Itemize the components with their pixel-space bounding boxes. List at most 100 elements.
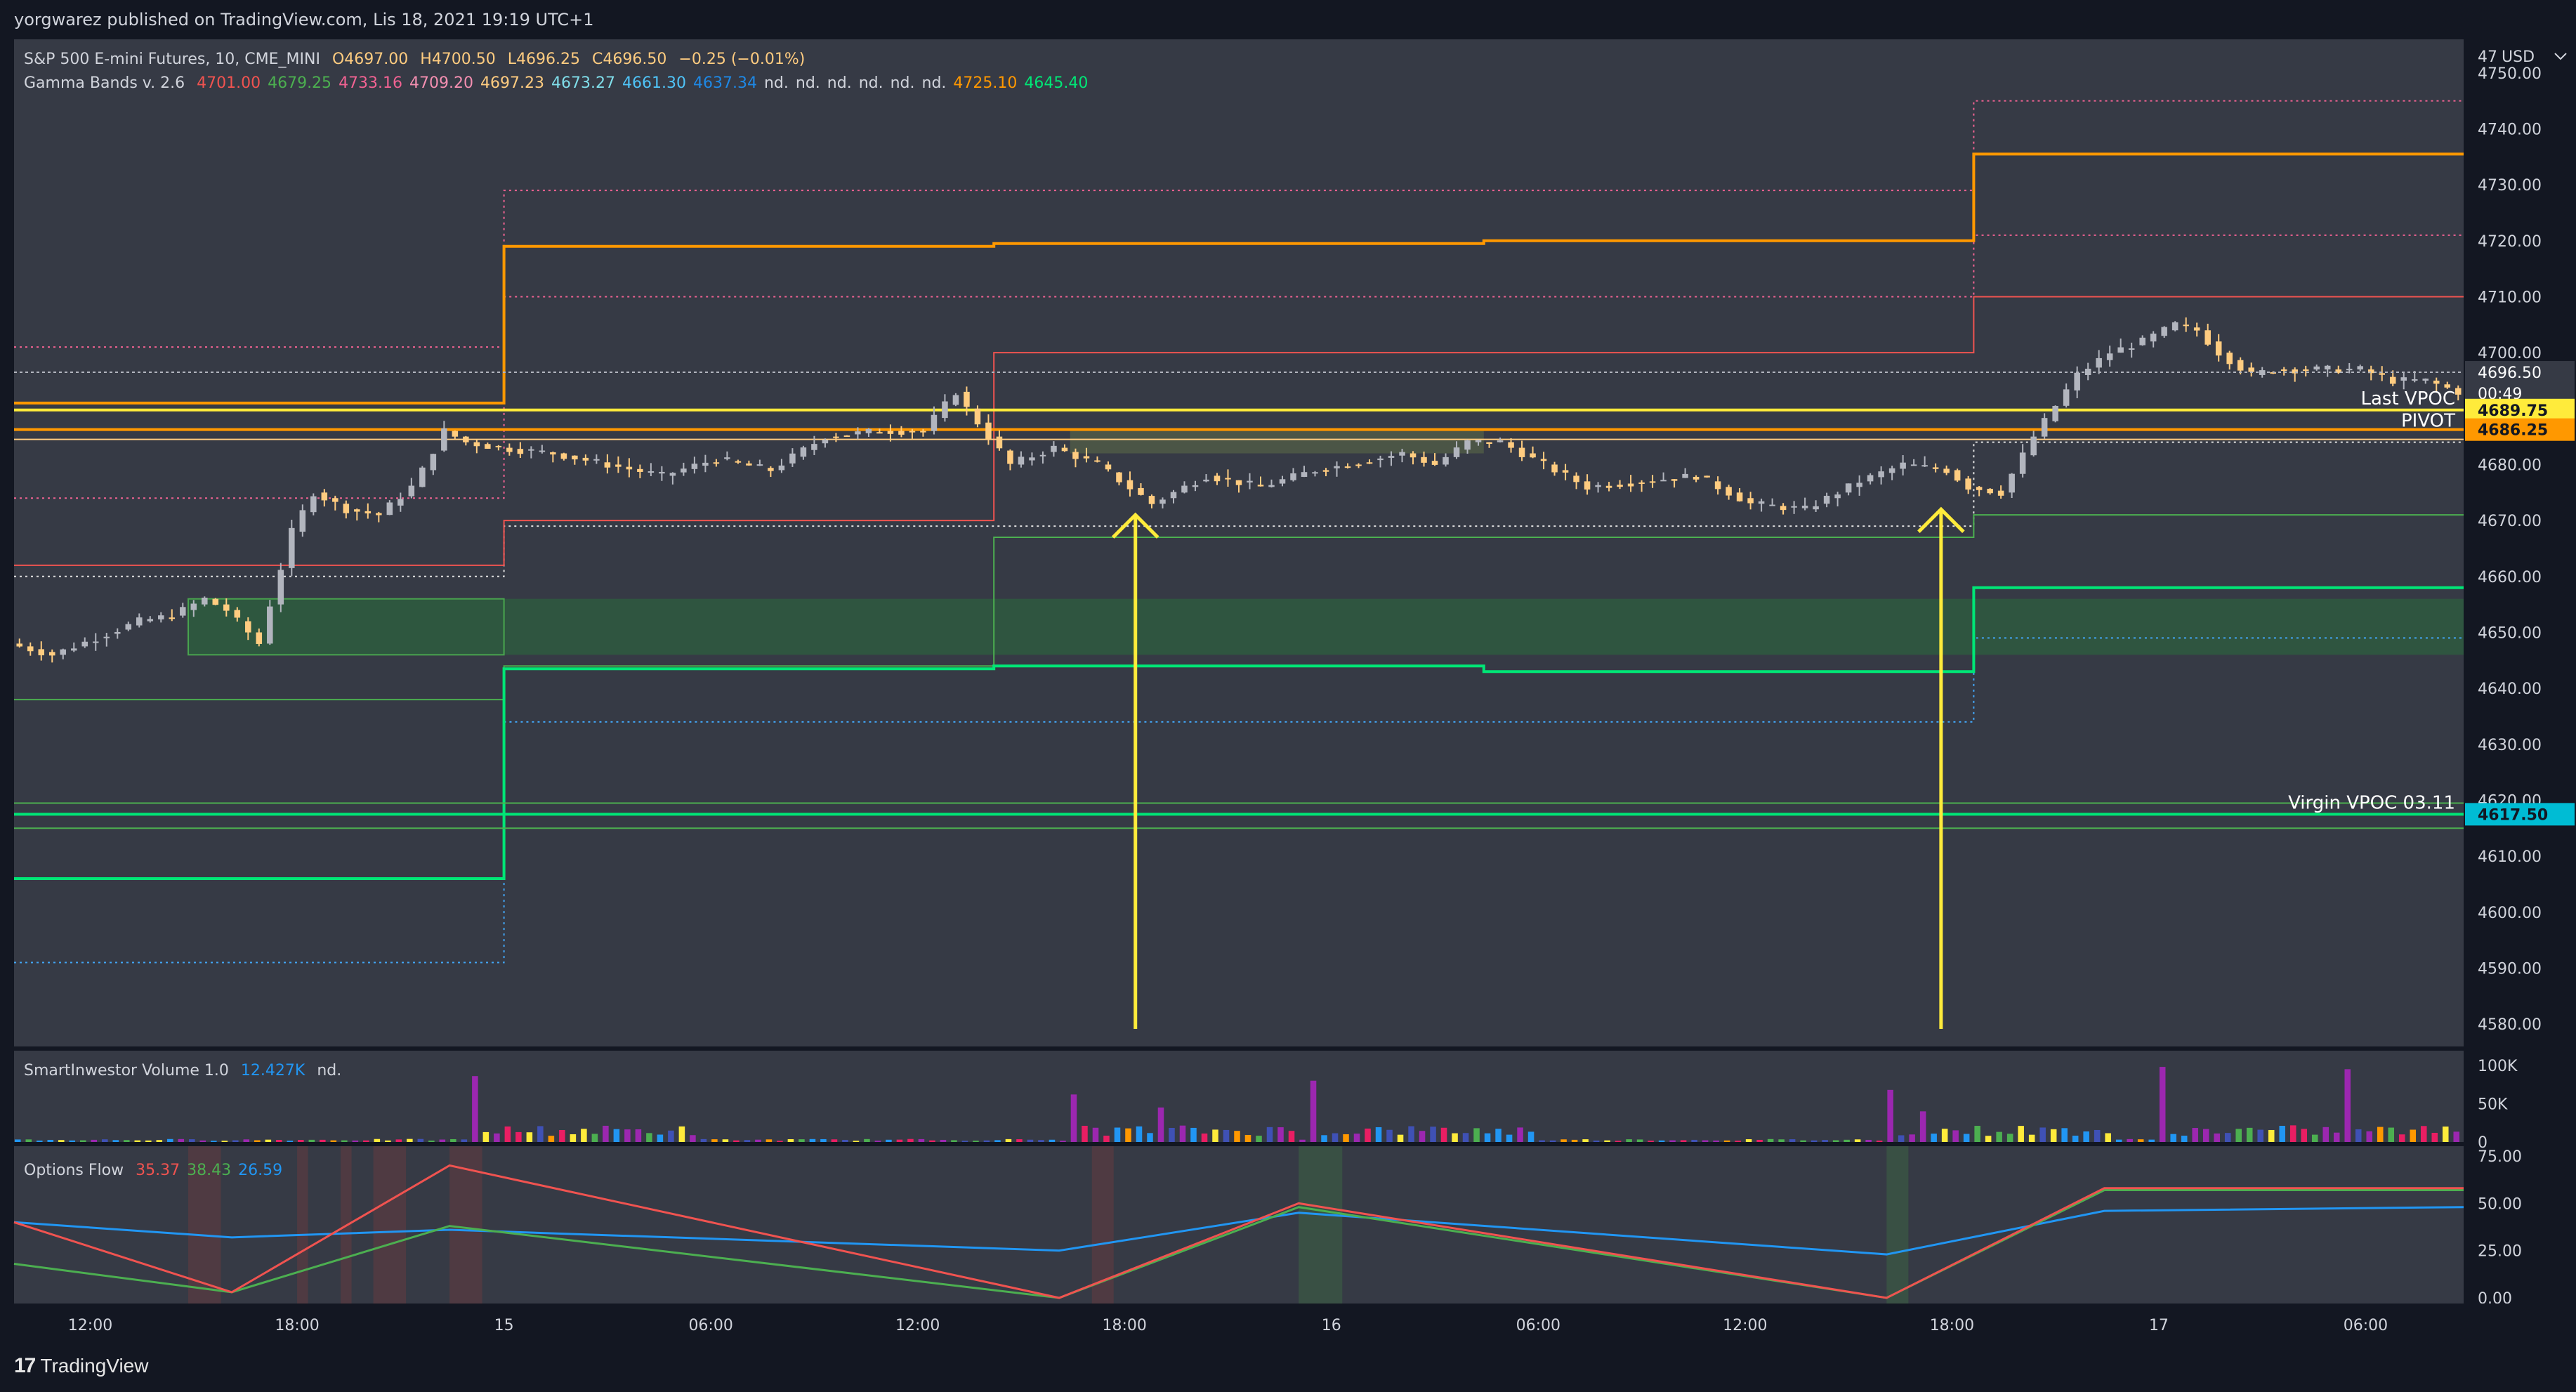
candle-body <box>2379 373 2385 375</box>
volume-bar <box>2442 1127 2449 1142</box>
options-flow-legend[interactable]: Options Flow 35.37 38.43 26.59 <box>24 1162 289 1179</box>
gamma-value-11: nd. <box>858 74 883 92</box>
price-tick: 4610.00 <box>2478 848 2542 866</box>
volume-bar <box>221 1141 228 1142</box>
volume-bar <box>265 1139 272 1142</box>
volume-bar <box>482 1131 489 1142</box>
volume-bar <box>167 1138 173 1142</box>
volume-bar <box>254 1140 261 1142</box>
price-pane[interactable] <box>14 39 2576 1146</box>
flow-tick: 75.00 <box>2478 1148 2522 1166</box>
price-tick: 4600.00 <box>2478 905 2542 922</box>
candle-body <box>1018 457 1025 465</box>
volume-extra: nd. <box>317 1062 342 1079</box>
volume-bar <box>1201 1133 1208 1142</box>
volume-bar <box>2115 1139 2122 1142</box>
candle-body <box>1867 475 1874 482</box>
candle-body <box>1791 506 1797 508</box>
candle-body <box>942 401 948 419</box>
tradingview-logo[interactable]: 17 TradingView <box>14 1352 148 1380</box>
volume-bar <box>2214 1133 2220 1142</box>
volume-bar <box>428 1141 435 1142</box>
volume-bar <box>1669 1140 1676 1142</box>
candle-body <box>2041 418 2048 437</box>
volume-legend[interactable]: SmartInwestor Volume 1.0 12.427K nd. <box>24 1062 348 1079</box>
volume-bar <box>1941 1129 1948 1142</box>
flow-shade <box>297 1146 308 1304</box>
options-flow-pane[interactable] <box>13 1146 2464 1304</box>
volume-bar <box>1822 1140 1828 1142</box>
volume-bar <box>1963 1134 1970 1142</box>
candle-body <box>2226 353 2233 365</box>
volume-bar <box>1190 1127 1197 1142</box>
candle-body <box>136 617 143 626</box>
volume-bar <box>1680 1140 1687 1142</box>
candle-body <box>1638 482 1645 484</box>
volume-bar <box>156 1140 163 1142</box>
symbol-legend[interactable]: S&P 500 E-mini Futures, 10, CME_MINI O46… <box>24 51 812 68</box>
price-tick: 4740.00 <box>2478 121 2542 138</box>
volume-bar <box>537 1126 544 1142</box>
candle-body <box>473 442 480 447</box>
candle-body <box>114 631 121 634</box>
candle-body <box>724 457 730 459</box>
time-tick: 16 <box>1322 1317 1341 1334</box>
volume-bar <box>896 1139 903 1142</box>
green-zone-start <box>188 598 505 656</box>
candle-body <box>669 473 676 476</box>
volume-bar <box>1919 1111 1926 1142</box>
candle-body <box>637 468 643 472</box>
volume-bar <box>1440 1127 1447 1142</box>
volume-pane[interactable] <box>14 1051 2464 1142</box>
volume-bar <box>2377 1127 2384 1142</box>
volume-bar <box>385 1140 391 1142</box>
volume-bar <box>2137 1139 2144 1142</box>
candle-body <box>2183 324 2189 327</box>
volume-bar <box>1615 1141 1622 1142</box>
candle-body <box>713 462 720 464</box>
volume-bar <box>1082 1125 1088 1142</box>
volume-bar <box>439 1139 446 1142</box>
candle-body <box>1943 468 1950 473</box>
candle-body <box>1072 452 1079 459</box>
chart-canvas[interactable]: 4750.004740.004730.004720.004710.004700.… <box>0 0 2576 1392</box>
volume-bar <box>559 1129 565 1142</box>
price-tick: 4670.00 <box>2478 513 2542 530</box>
volume-bar <box>940 1139 947 1142</box>
volume-bar <box>320 1139 326 1142</box>
volume-bar <box>2344 1069 2351 1142</box>
volume-bar <box>1484 1133 1491 1142</box>
candle-body <box>2357 366 2363 370</box>
candle-body <box>876 432 883 434</box>
time-axis[interactable]: 12:00 18:00 15 06:00 12:00 18:00 16 06:00 12:00 1… <box>0 1304 2576 1344</box>
price-tick: 4680.00 <box>2478 457 2542 474</box>
volume-bar <box>276 1140 282 1142</box>
change-value: −0.25 (−0.01%) <box>678 51 806 68</box>
volume-bar <box>112 1140 119 1142</box>
candle-body <box>1377 458 1384 461</box>
volume-bar <box>124 1140 130 1142</box>
volume-bar <box>1800 1140 1806 1142</box>
volume-bar <box>2083 1131 2089 1142</box>
price-pane-bg <box>14 39 2464 1046</box>
candle-body <box>1322 470 1329 472</box>
gamma-bands-legend[interactable]: Gamma Bands v. 2.6 4701.00 4679.25 4733.16… <box>24 74 1095 92</box>
volume-bar <box>2159 1067 2166 1142</box>
volume-bar <box>755 1139 761 1142</box>
candle-body <box>550 452 556 455</box>
time-tick: 06:00 <box>1516 1317 1560 1334</box>
volume-bar <box>1691 1139 1697 1142</box>
volume-bar <box>2410 1129 2417 1142</box>
price-axis[interactable]: 4750.004740.004730.004720.004710.004700.… <box>2464 39 2576 1308</box>
volume-bar <box>1898 1135 1905 1142</box>
candle-body <box>70 648 77 651</box>
price-tick: 4660.00 <box>2478 569 2542 586</box>
candle-body <box>169 617 176 619</box>
time-tick: 18:00 <box>1103 1317 1147 1334</box>
volume-bar <box>1832 1140 1839 1142</box>
candle-body <box>1148 496 1155 504</box>
candle-body <box>2193 327 2200 331</box>
candle-body <box>1845 483 1852 493</box>
price-tick: 4750.00 <box>2478 65 2542 83</box>
volume-bar <box>25 1139 32 1142</box>
